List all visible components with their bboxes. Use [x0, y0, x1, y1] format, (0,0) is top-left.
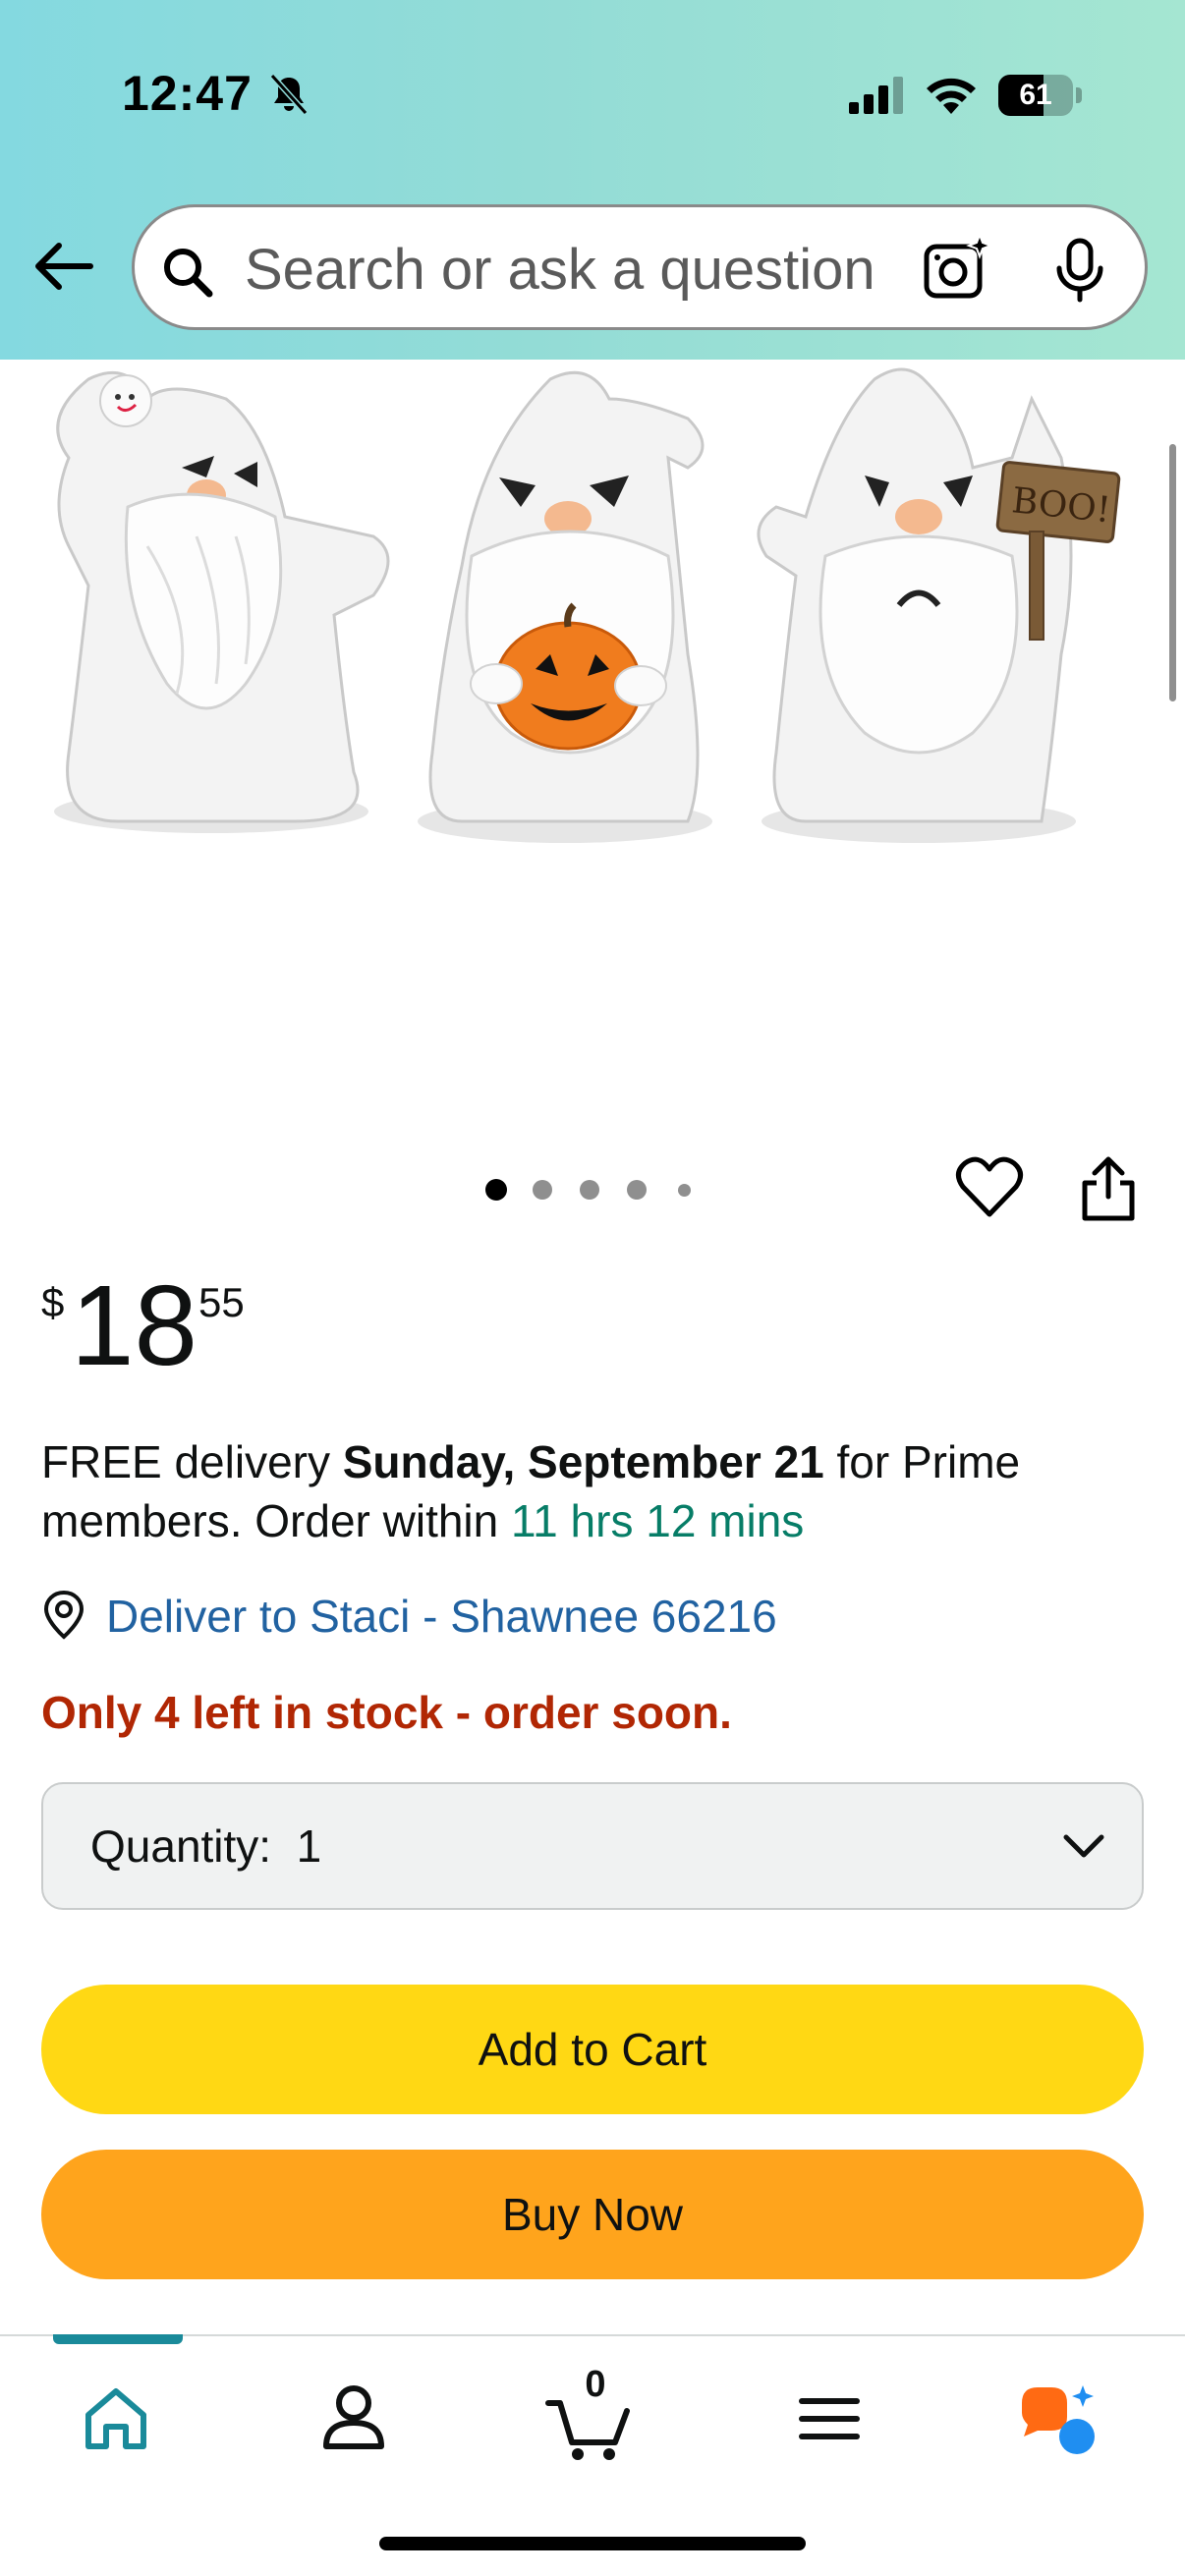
- search-bar[interactable]: Search or ask a question: [132, 204, 1148, 330]
- quantity-label-text: Quantity:: [90, 1820, 272, 1872]
- search-icon: [164, 249, 213, 298]
- battery-level: 61: [1019, 79, 1052, 111]
- account-icon[interactable]: [305, 2368, 403, 2466]
- product-image[interactable]: BOO!: [0, 360, 1185, 1146]
- share-icon[interactable]: [1079, 1153, 1138, 1222]
- app-header: 12:47 61 Search or ask a question: [0, 0, 1185, 360]
- cart-tab[interactable]: 0: [540, 2364, 639, 2466]
- chevron-down-icon: [1063, 1834, 1104, 1858]
- carousel-dot[interactable]: [627, 1180, 647, 1200]
- delivery-prefix: FREE delivery: [41, 1436, 343, 1487]
- heart-icon[interactable]: [955, 1155, 1024, 1220]
- active-tab-indicator: [53, 2334, 183, 2344]
- search-input[interactable]: Search or ask a question: [245, 237, 875, 303]
- home-icon[interactable]: [67, 2368, 165, 2466]
- bell-slash-icon: [269, 73, 309, 116]
- status-time: 12:47: [122, 66, 253, 121]
- deliver-to-text[interactable]: Deliver to Staci - Shawnee 66216: [106, 1590, 777, 1643]
- carousel-dot[interactable]: [580, 1180, 599, 1200]
- delivery-date: Sunday, September 21: [342, 1436, 824, 1487]
- add-to-cart-button[interactable]: Add to Cart: [41, 1985, 1144, 2114]
- microphone-icon[interactable]: [1048, 237, 1111, 304]
- delivery-info: FREE delivery Sunday, September 21 for P…: [41, 1432, 1142, 1550]
- buy-now-button[interactable]: Buy Now: [41, 2150, 1144, 2279]
- back-arrow-icon[interactable]: [29, 232, 98, 301]
- stock-warning: Only 4 left in stock - order soon.: [41, 1687, 732, 1738]
- rufus-icon[interactable]: [1012, 2368, 1110, 2466]
- carousel-dot[interactable]: [678, 1184, 691, 1197]
- price-currency: $: [41, 1279, 65, 1325]
- quantity-dropdown[interactable]: Quantity: 1: [41, 1782, 1144, 1910]
- camera-search-icon[interactable]: [921, 233, 993, 306]
- menu-icon[interactable]: [780, 2368, 878, 2466]
- ghost-gnome-figurines-image: BOO!: [54, 367, 1121, 843]
- carousel-dot[interactable]: [533, 1180, 552, 1200]
- home-indicator[interactable]: [379, 2537, 806, 2550]
- delivery-countdown: 11 hrs 12 mins: [511, 1495, 805, 1546]
- battery-icon: 61: [998, 75, 1082, 116]
- cellular-signal-icon: [849, 77, 903, 114]
- quantity-value: 1: [296, 1820, 322, 1872]
- price-fraction: 55: [198, 1279, 245, 1325]
- location-pin-icon: [43, 1590, 85, 1640]
- wifi-icon: [927, 78, 976, 114]
- carousel-dot[interactable]: [485, 1179, 507, 1201]
- cart-count: 0: [585, 2364, 606, 2405]
- quantity-label: Quantity: 1: [90, 1820, 321, 1873]
- scroll-indicator[interactable]: [1169, 444, 1176, 701]
- price-whole: 18: [71, 1261, 198, 1389]
